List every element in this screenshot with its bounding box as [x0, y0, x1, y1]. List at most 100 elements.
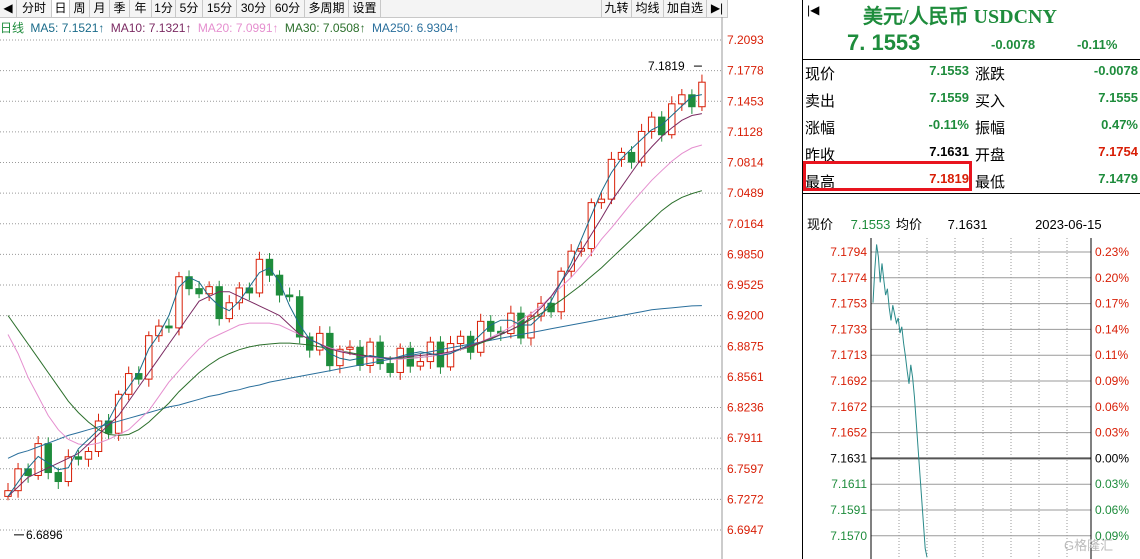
- intraday-pct-tick: 0.00%: [1095, 451, 1129, 465]
- quote-label: 振幅: [975, 120, 1006, 137]
- y-tick-label: 6.8875: [727, 339, 764, 353]
- intraday-date: 2023-06-15: [1035, 217, 1102, 232]
- intraday-pct-tick: 0.11%: [1095, 348, 1128, 362]
- intraday-price-tick: 7.1774: [830, 271, 867, 285]
- ma30-label: MA30: 7.0508↑: [284, 21, 366, 35]
- candle-body: [607, 158, 616, 200]
- intraday-price-tick: 7.1692: [830, 374, 867, 388]
- candle-body: [698, 81, 706, 108]
- ma5-line: [7, 94, 702, 497]
- low-marker-label: 6.6896: [26, 528, 63, 542]
- intraday-pct-tick: 0.20%: [1095, 271, 1129, 285]
- y-tick-label: 6.8236: [727, 401, 764, 415]
- intraday-price-tick: 7.1672: [830, 400, 867, 414]
- y-tick-label: 6.7597: [727, 462, 764, 476]
- ma30-line: [7, 190, 703, 436]
- candle-body: [487, 320, 495, 332]
- candle-body: [416, 361, 425, 367]
- intraday-pct-tick: 0.03%: [1095, 426, 1129, 440]
- y-tick-label: 7.0489: [727, 186, 764, 200]
- y-tick-label: 7.2093: [727, 33, 764, 47]
- candle-body: [165, 325, 173, 329]
- period-label: 日线: [0, 21, 25, 35]
- candle-body: [366, 341, 374, 366]
- candle-body: [64, 456, 73, 483]
- quote-label: 最低: [975, 174, 1006, 191]
- candle-body: [84, 451, 93, 460]
- candle-body: [295, 296, 304, 338]
- intraday-labels: 7.1794 0.23% 7.1774 0.20% 7.1753 0.17% 7.1733 0…: [830, 245, 1129, 543]
- quote-label: 卖出: [805, 93, 836, 110]
- candle-body: [456, 335, 465, 345]
- y-tick-label: 7.0164: [727, 217, 764, 231]
- y-tick-label: 6.9850: [727, 247, 764, 261]
- intraday-info: 现价 7.1553 均价 7.1631 2023-06-15: [807, 214, 1102, 233]
- candle-body: [396, 347, 404, 373]
- ma250-line: [7, 305, 702, 459]
- intraday-price-tick: 7.1713: [830, 348, 867, 362]
- candle-body: [637, 130, 646, 163]
- back-arrow-icon[interactable]: |◀: [807, 3, 819, 17]
- kline-ma-lines: [7, 94, 703, 497]
- high-marker-label: 7.1819: [648, 59, 685, 73]
- kline-chart[interactable]: 7.2093 7.1778 7.1453 7.1128 7.0814 7.0489 7.01…: [0, 0, 800, 559]
- ma250-label: MA250: 6.9304↑: [371, 21, 460, 35]
- quote-value: 7.1631: [929, 144, 969, 159]
- quote-label: 买入: [975, 93, 1006, 110]
- candle-body: [406, 347, 415, 367]
- kline-grid: [0, 17, 723, 559]
- y-tick-label: 6.7911: [727, 431, 763, 445]
- divider-line: [803, 59, 1140, 60]
- intraday-grid: [870, 238, 1092, 559]
- candle-body: [597, 198, 606, 204]
- kline-candles: [4, 74, 706, 501]
- intraday-price-label: 现价: [807, 217, 834, 232]
- intraday-pct-tick: 0.06%: [1095, 400, 1129, 414]
- intraday-avg: 7.1631: [947, 217, 988, 232]
- price-change-pct: -0.11%: [1077, 37, 1118, 52]
- y-tick-label: 6.9525: [727, 278, 764, 292]
- intraday-pct-tick: 0.09%: [1095, 374, 1129, 388]
- quote-label: 涨幅: [805, 120, 836, 137]
- intraday-price: 7.1553: [850, 217, 891, 232]
- quote-label: 涨跌: [975, 66, 1006, 83]
- candle-body: [54, 472, 63, 483]
- divider-line: [803, 193, 1140, 194]
- intraday-chart[interactable]: 7.1794 0.23% 7.1774 0.20% 7.1753 0.17% 7.1733 0…: [803, 238, 1140, 559]
- candle-body: [265, 258, 274, 276]
- intraday-avg-label: 均价: [896, 217, 923, 232]
- y-tick-label: 7.1778: [727, 64, 764, 78]
- intraday-price-tick: 7.1611: [831, 477, 867, 491]
- quote-panel: |◀ 美元/人民币 USDCNY 7. 1553 -0.0078 -0.11% …: [803, 0, 1140, 559]
- y-tick-label: 6.7272: [727, 492, 764, 506]
- ma10-label: MA10: 7.1321↑: [110, 21, 192, 35]
- intraday-pct-tick: 0.06%: [1095, 503, 1129, 517]
- quote-value: 7.1559: [929, 90, 969, 105]
- ma5-label: MA5: 7.1521↑: [30, 21, 105, 35]
- price-change: -0.0078: [991, 37, 1036, 52]
- quote-value: 7.1553: [929, 63, 969, 78]
- intraday-pct-tick: 0.03%: [1095, 477, 1129, 491]
- high-highlight-box: [803, 161, 972, 191]
- intraday-pct-tick: 0.23%: [1095, 245, 1129, 259]
- y-tick-label: 7.0814: [727, 156, 764, 170]
- intraday-price-tick: 7.1591: [830, 503, 867, 517]
- quote-value: 7.1555: [1098, 90, 1138, 105]
- y-tick-label: 6.8561: [727, 370, 764, 384]
- candle-body: [386, 363, 394, 373]
- y-tick-label: 6.6947: [727, 523, 764, 537]
- kline-y-axis: 7.2093 7.1778 7.1453 7.1128 7.0814 7.0489 7.01…: [727, 33, 764, 537]
- candle-body: [627, 151, 636, 163]
- ma20-line: [7, 144, 703, 446]
- intraday-price-tick: 7.1753: [830, 297, 867, 311]
- intraday-price-tick: 7.1794: [830, 245, 867, 259]
- intraday-price-tick: 7.1652: [830, 426, 867, 440]
- ma-legend: 日线 MA5: 7.1521↑ MA10: 7.1321↑ MA20: 7.09…: [0, 19, 462, 35]
- quote-label: 现价: [805, 66, 836, 83]
- y-tick-label: 7.1453: [727, 94, 764, 108]
- candle-body: [74, 456, 83, 460]
- intraday-price-tick: 7.1733: [830, 322, 867, 336]
- candle-body: [24, 468, 32, 476]
- ma10-line: [7, 113, 702, 497]
- quote-value: -0.11%: [928, 117, 969, 132]
